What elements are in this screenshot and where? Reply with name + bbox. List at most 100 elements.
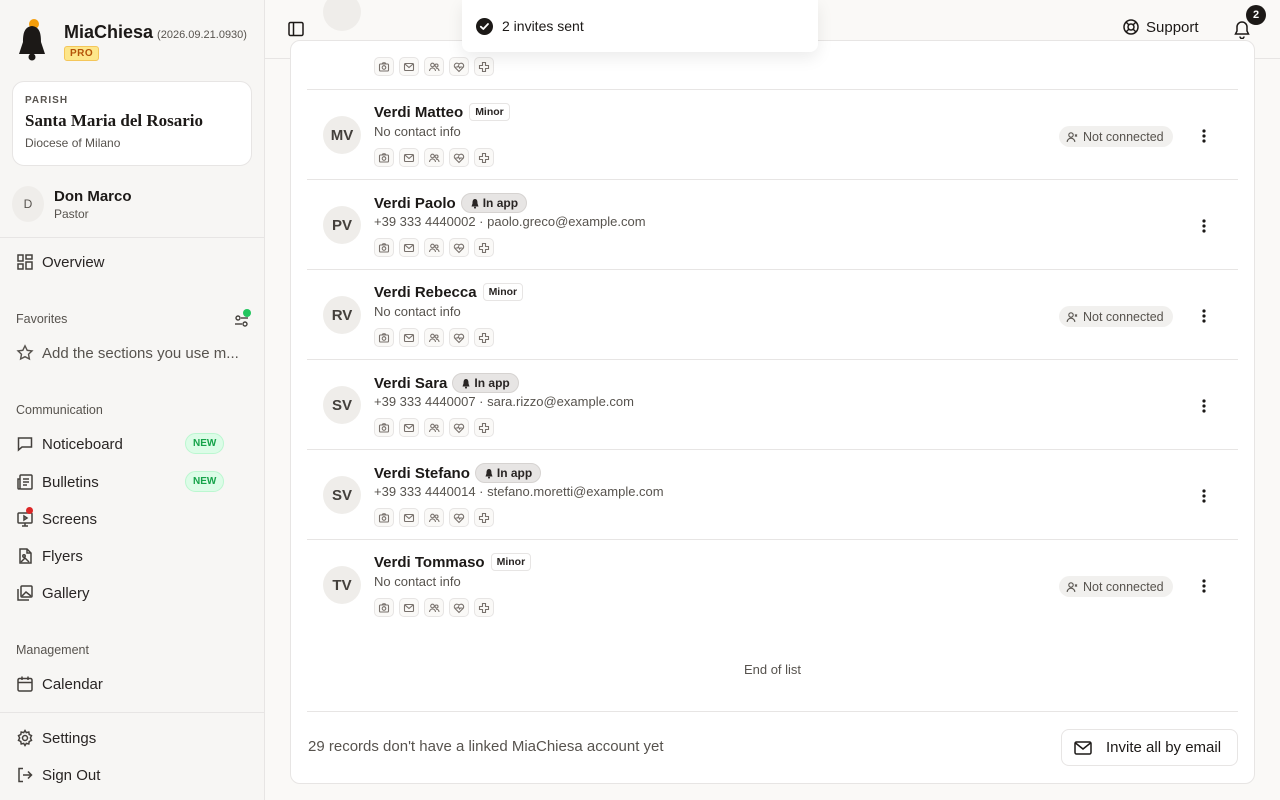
users-icon bbox=[428, 513, 440, 522]
record-name[interactable]: Verdi Rebecca bbox=[374, 284, 477, 301]
record-name-line: Verdi Stefano In app bbox=[374, 463, 542, 483]
heart-pulse-icon bbox=[453, 333, 465, 343]
cross-icon bbox=[478, 152, 490, 163]
users-button[interactable] bbox=[424, 328, 444, 347]
favorites-hint[interactable]: Add the sections you use m... bbox=[16, 341, 239, 365]
sidebar-item-overview[interactable]: Overview bbox=[16, 250, 105, 274]
users-button[interactable] bbox=[424, 508, 444, 527]
users-button[interactable] bbox=[424, 418, 444, 437]
avatar: TV bbox=[323, 566, 361, 604]
record-name[interactable]: Verdi Paolo bbox=[374, 195, 456, 212]
sidebar-item-screens[interactable]: Screens bbox=[16, 507, 97, 531]
minor-badge: Minor bbox=[469, 103, 510, 121]
sidebar-item-label: Flyers bbox=[42, 547, 83, 565]
mail-button[interactable] bbox=[399, 238, 419, 257]
new-badge: NEW bbox=[185, 471, 225, 492]
cross-button[interactable] bbox=[474, 508, 494, 527]
sidebar-item-sign-out[interactable]: Sign Out bbox=[16, 763, 100, 787]
more-options-icon[interactable] bbox=[1194, 216, 1214, 236]
mail-button[interactable] bbox=[399, 328, 419, 347]
sidebar-item-flyers[interactable]: Flyers bbox=[16, 544, 83, 568]
heart-pulse-button[interactable] bbox=[449, 148, 469, 167]
table-row[interactable]: SV Verdi Stefano In app +39 333 4440014 · s… bbox=[307, 449, 1238, 539]
more-options-icon[interactable] bbox=[1194, 576, 1214, 596]
sidebar-toggle-icon[interactable] bbox=[287, 20, 305, 38]
camera-button[interactable] bbox=[374, 418, 394, 437]
avatar bbox=[323, 0, 361, 31]
heart-pulse-button[interactable] bbox=[449, 57, 469, 76]
cross-button[interactable] bbox=[474, 238, 494, 257]
cross-button[interactable] bbox=[474, 418, 494, 437]
more-options-icon[interactable] bbox=[1194, 396, 1214, 416]
users-button[interactable] bbox=[424, 57, 444, 76]
record-name[interactable]: Verdi Tommaso bbox=[374, 554, 485, 571]
table-row[interactable]: MV Verdi Matteo Minor No contact info Not co… bbox=[307, 89, 1238, 179]
record-name[interactable]: Verdi Stefano bbox=[374, 465, 470, 482]
mail-icon bbox=[403, 243, 415, 252]
heart-pulse-icon bbox=[453, 423, 465, 433]
heart-pulse-button[interactable] bbox=[449, 598, 469, 617]
cross-button[interactable] bbox=[474, 328, 494, 347]
file-image-icon bbox=[16, 547, 34, 565]
camera-button[interactable] bbox=[374, 598, 394, 617]
users-icon bbox=[428, 243, 440, 252]
users-button[interactable] bbox=[424, 598, 444, 617]
brand-version: (2026.09.21.0930) bbox=[157, 29, 247, 41]
table-row[interactable]: PV Verdi Paolo In app +39 333 4440002 · pao… bbox=[307, 179, 1238, 269]
camera-button[interactable] bbox=[374, 238, 394, 257]
cross-button[interactable] bbox=[474, 598, 494, 617]
record-actions bbox=[374, 328, 499, 347]
heart-pulse-icon bbox=[453, 62, 465, 72]
mail-button[interactable] bbox=[399, 57, 419, 76]
mail-button[interactable] bbox=[399, 148, 419, 167]
camera-icon bbox=[378, 242, 390, 253]
camera-button[interactable] bbox=[374, 148, 394, 167]
camera-button[interactable] bbox=[374, 328, 394, 347]
record-contact: No contact info bbox=[374, 304, 461, 319]
table-row[interactable]: RV Verdi Rebecca Minor No contact info Not c… bbox=[307, 269, 1238, 359]
user-x-icon bbox=[1066, 311, 1078, 322]
parish-card[interactable]: PARISH Santa Maria del Rosario Diocese o… bbox=[12, 81, 252, 166]
sidebar-item-calendar[interactable]: Calendar bbox=[16, 672, 103, 696]
heart-pulse-button[interactable] bbox=[449, 328, 469, 347]
record-name[interactable]: Verdi Matteo bbox=[374, 104, 463, 121]
cross-button[interactable] bbox=[474, 148, 494, 167]
users-button[interactable] bbox=[424, 238, 444, 257]
record-name[interactable]: Verdi Sara bbox=[374, 375, 447, 392]
heart-pulse-button[interactable] bbox=[449, 238, 469, 257]
users-button[interactable] bbox=[424, 148, 444, 167]
sidebar-item-gallery[interactable]: Gallery bbox=[16, 581, 90, 605]
camera-button[interactable] bbox=[374, 508, 394, 527]
heart-pulse-button[interactable] bbox=[449, 508, 469, 527]
camera-icon bbox=[378, 332, 390, 343]
brand[interactable]: MiaChiesa (2026.09.21.0930) PRO bbox=[14, 18, 247, 62]
record-name-line: Verdi Sara In app bbox=[374, 373, 519, 393]
sidebar-item-noticeboard[interactable]: Noticeboard bbox=[16, 432, 123, 456]
cross-icon bbox=[478, 422, 490, 433]
user-name: Don Marco bbox=[54, 187, 132, 205]
more-options-icon[interactable] bbox=[1194, 126, 1214, 146]
more-options-icon[interactable] bbox=[1194, 486, 1214, 506]
sidebar-item-label: Bulletins bbox=[42, 473, 99, 491]
mail-button[interactable] bbox=[399, 508, 419, 527]
cross-button[interactable] bbox=[474, 57, 494, 76]
camera-icon bbox=[378, 512, 390, 523]
mail-button[interactable] bbox=[399, 598, 419, 617]
success-toast: 2 invites sent bbox=[462, 0, 818, 52]
table-row[interactable]: SV Verdi Sara In app +39 333 4440007 · sara… bbox=[307, 359, 1238, 449]
camera-button[interactable] bbox=[374, 57, 394, 76]
parish-diocese: Diocese of Milano bbox=[25, 136, 121, 150]
sidebar-item-label: Settings bbox=[42, 729, 97, 747]
more-options-icon[interactable] bbox=[1194, 306, 1214, 326]
parish-name: Santa Maria del Rosario bbox=[25, 111, 204, 130]
table-row[interactable]: TV Verdi Tommaso Minor No contact info Not c… bbox=[307, 539, 1238, 629]
user-profile[interactable]: D Don Marco Pastor bbox=[12, 186, 132, 222]
sidebar-item-settings[interactable]: Settings bbox=[16, 726, 96, 750]
mail-button[interactable] bbox=[399, 418, 419, 437]
sidebar-item-bulletins[interactable]: Bulletins bbox=[16, 470, 99, 494]
record-contact: +39 333 4440014 · stefano.moretti@exampl… bbox=[374, 484, 664, 499]
heart-pulse-button[interactable] bbox=[449, 418, 469, 437]
heart-pulse-icon bbox=[453, 243, 465, 253]
invite-all-button[interactable]: Invite all by email bbox=[1061, 729, 1238, 766]
camera-icon bbox=[378, 152, 390, 163]
